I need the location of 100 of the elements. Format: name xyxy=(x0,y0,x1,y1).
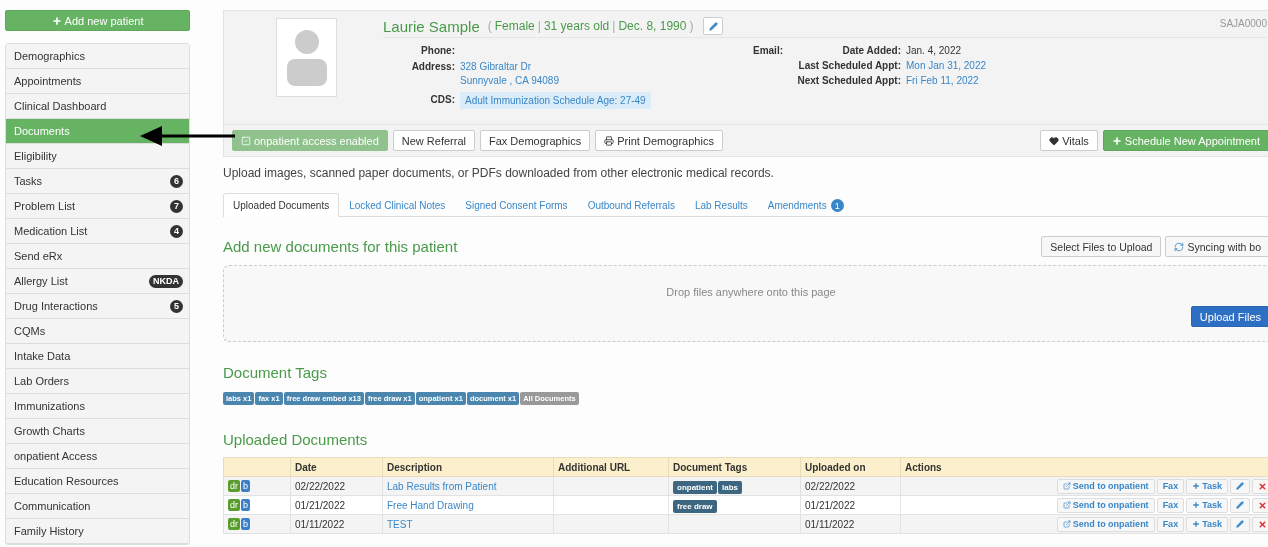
service-logo[interactable]: b xyxy=(241,518,251,530)
action-button[interactable]: Task xyxy=(1186,478,1228,494)
share-icon xyxy=(1062,520,1071,528)
close-icon xyxy=(1258,481,1267,491)
field-label: Address: xyxy=(410,60,455,74)
drop-zone[interactable]: Drop files anywhere onto this page Upload Files xyxy=(223,265,1268,342)
sidebar-label: onpatient Access xyxy=(14,450,98,462)
count-badge: 1 xyxy=(830,199,844,212)
sidebar-label: Medication List xyxy=(14,225,88,237)
table-cell: 01/11/2022 xyxy=(800,514,901,534)
count-badge: 4 xyxy=(170,224,183,238)
field-label: Last Scheduled Appt: xyxy=(797,59,901,73)
separator: | xyxy=(537,19,541,33)
checkbox-icon xyxy=(241,135,251,146)
address-line[interactable]: Sunnyvale , CA 94089 xyxy=(460,74,783,88)
service-logo[interactable]: dr xyxy=(228,499,240,511)
action-button[interactable]: Send to onpatient xyxy=(1056,516,1155,532)
field-value[interactable]: Mon Jan 31, 2022 xyxy=(906,59,987,73)
vitals-button[interactable]: Vitals xyxy=(1040,130,1098,151)
select-files-button[interactable]: Select Files to Upload xyxy=(1041,236,1162,257)
action-button[interactable]: Task xyxy=(1186,497,1228,513)
tag-chip[interactable]: onpatient xyxy=(673,480,717,494)
tab[interactable]: Outbound Referrals xyxy=(577,193,685,217)
refresh-icon xyxy=(1174,241,1185,252)
heart-icon xyxy=(1049,135,1060,146)
action-button[interactable]: Send to onpatient xyxy=(1056,478,1155,494)
count-badge: 5 xyxy=(170,299,183,313)
edit-button[interactable] xyxy=(1230,497,1250,513)
document-link[interactable]: Lab Results from Patient xyxy=(387,480,497,492)
tab[interactable]: Uploaded Documents xyxy=(223,193,340,217)
parenthesis: ) xyxy=(689,19,694,33)
sidebar-label: CQMs xyxy=(14,325,46,337)
toolbar-button[interactable]: Print Demographics xyxy=(595,130,723,151)
tag-chip[interactable]: free draw xyxy=(673,499,717,513)
table-cell: 01/11/2022 xyxy=(290,514,383,534)
add-patient-button[interactable]: Add new patient xyxy=(5,10,190,31)
access-button[interactable]: onpatient access enabled xyxy=(232,130,388,151)
table-cell: 02/22/2022 xyxy=(290,476,383,496)
delete-button[interactable] xyxy=(1252,478,1268,494)
person-icon xyxy=(284,28,329,87)
action-button[interactable]: Fax xyxy=(1156,478,1185,494)
sidebar-label: Education Resources xyxy=(14,475,119,487)
sidebar-label: Demographics xyxy=(14,50,85,62)
delete-button[interactable] xyxy=(1252,497,1268,513)
sidebar-label: Problem List xyxy=(14,200,76,212)
field-value[interactable]: Fri Feb 11, 2022 xyxy=(906,74,987,88)
service-logo[interactable]: b xyxy=(241,480,251,492)
document-link[interactable]: TEST xyxy=(387,518,413,530)
count-badge: NKDA xyxy=(149,274,183,288)
document-link[interactable]: Free Hand Drawing xyxy=(387,499,474,511)
sidebar-label: Tasks xyxy=(14,175,43,187)
tab[interactable]: Lab Results xyxy=(684,193,758,217)
action-button[interactable]: Task xyxy=(1186,516,1228,532)
sidebar-label: Clinical Dashboard xyxy=(14,100,107,112)
sidebar-label: Appointments xyxy=(14,75,82,87)
toolbar-button[interactable]: New Referral xyxy=(392,130,475,151)
close-icon xyxy=(1258,519,1267,529)
sidebar-label: Growth Charts xyxy=(14,425,85,437)
sidebar-item[interactable]: Documents xyxy=(6,119,189,144)
sidebar-label: Eligibility xyxy=(14,150,57,162)
sync-button[interactable]: Syncing with bo xyxy=(1165,236,1268,257)
sidebar-item[interactable]: Demographics xyxy=(6,44,189,69)
table-cell: 01/21/2022 xyxy=(800,495,901,515)
upload-button[interactable]: Upload Files xyxy=(1190,306,1268,327)
tag-chip[interactable]: labs xyxy=(718,480,742,494)
patient-detail: Dec. 8, 1990 xyxy=(618,19,687,33)
field-label: Date Added: xyxy=(841,44,901,58)
tab[interactable]: Amendments 1 xyxy=(757,193,854,217)
table-cell: 01/21/2022 xyxy=(290,495,383,515)
delete-button[interactable] xyxy=(1252,516,1268,532)
pencil-icon xyxy=(708,21,718,31)
edit-button[interactable] xyxy=(1230,516,1250,532)
sidebar-label: Drug Interactions xyxy=(14,300,98,312)
service-logo[interactable]: b xyxy=(241,499,251,511)
toolbar-button[interactable]: Fax Demographics xyxy=(479,130,591,151)
action-button[interactable]: Fax xyxy=(1156,497,1185,513)
column-header: Actions xyxy=(900,457,1268,477)
column-header: Date xyxy=(290,457,383,477)
action-button[interactable]: Fax xyxy=(1156,516,1185,532)
field-label: Next Scheduled Appt: xyxy=(796,74,901,88)
edit-button[interactable] xyxy=(1230,478,1250,494)
tab[interactable]: Signed Consent Forms xyxy=(455,193,578,217)
close-icon xyxy=(1258,500,1267,510)
column-header xyxy=(223,457,291,477)
schedule-button[interactable]: Schedule New Appointment xyxy=(1102,130,1268,151)
sidebar-label: Send eRx xyxy=(14,250,63,262)
plus-icon xyxy=(1111,135,1122,146)
cds-label: Adult Immunization Schedule Age: 27-49 xyxy=(460,92,651,109)
pencil-icon xyxy=(1236,520,1244,528)
service-logo[interactable]: dr xyxy=(228,518,240,530)
service-logo[interactable]: dr xyxy=(228,480,240,492)
action-button[interactable]: Send to onpatient xyxy=(1056,497,1155,513)
sidebar-label: Communication xyxy=(14,500,91,512)
section-heading: Add new documents for this patient xyxy=(223,238,458,255)
tab[interactable]: Locked Clinical Notes xyxy=(339,193,456,217)
field-label: Phone: xyxy=(420,44,455,58)
edit-button[interactable] xyxy=(703,17,724,35)
address-line[interactable]: 328 Gibraltar Dr xyxy=(460,60,783,74)
patient-id: SAJA0000 xyxy=(1219,18,1267,29)
column-header: Document Tags xyxy=(668,457,801,477)
